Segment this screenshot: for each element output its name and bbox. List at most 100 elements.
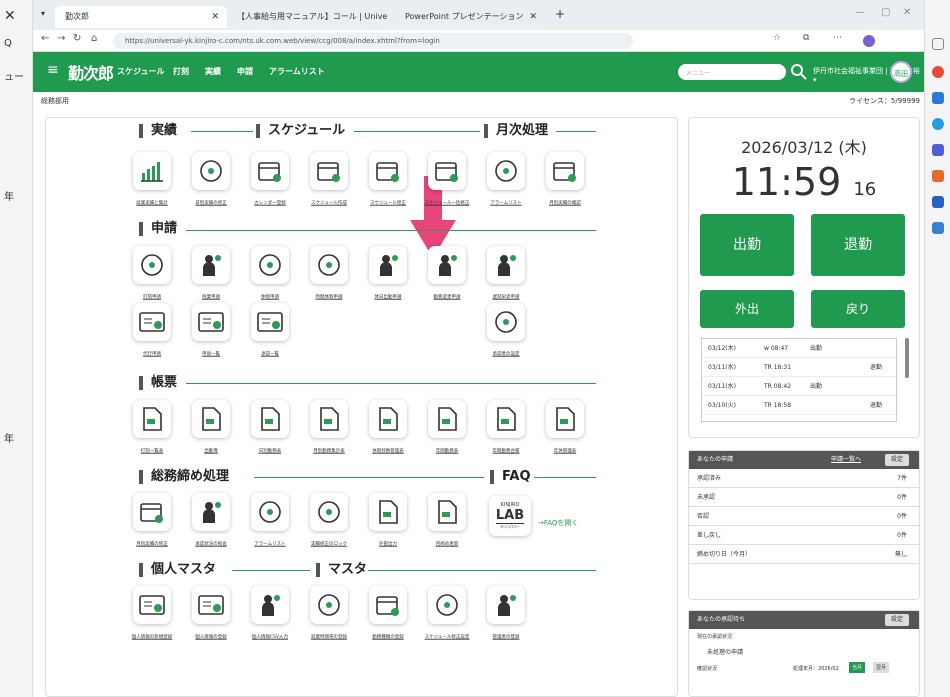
office-icon[interactable] xyxy=(932,170,944,182)
menu-item[interactable]: 就業時間帯の登録 xyxy=(304,586,354,640)
menu-item[interactable]: 日別勤務表 xyxy=(245,400,295,454)
close-icon[interactable]: ✕ xyxy=(529,6,537,28)
favorites-icon[interactable]: ☆ xyxy=(773,33,781,43)
nav-jisseki[interactable]: 実績 xyxy=(205,66,221,77)
new-tab-button[interactable]: + xyxy=(555,7,565,21)
menu-item[interactable]: 年休管理表 xyxy=(540,400,590,454)
chrome-icon[interactable] xyxy=(932,66,944,78)
menu-item[interactable]: 遅刻早退申請 xyxy=(481,246,531,300)
menu-item[interactable]: 勤務変更申請 xyxy=(422,246,472,300)
menu-item[interactable]: 休暇申請 xyxy=(245,246,295,300)
tab-powerpoint[interactable]: PowerPoint プレゼンテーション ✕ xyxy=(395,6,545,28)
nav-shinsei[interactable]: 申請 xyxy=(237,66,253,77)
menu-item[interactable]: 月別勤務集計表 xyxy=(304,400,354,454)
menu-item[interactable]: 休暇残数管理表 xyxy=(363,400,413,454)
forward-icon[interactable]: → xyxy=(57,33,65,44)
menu-item[interactable]: 月別実績の確認 xyxy=(540,152,590,206)
menu-item[interactable]: 申請一覧 xyxy=(186,303,236,357)
go-out-button[interactable]: 外出 xyxy=(700,290,794,328)
menu-item[interactable]: 時間休暇申請 xyxy=(304,246,354,300)
menu-item[interactable]: 日別実績の修正 xyxy=(186,152,236,206)
clock-out-button[interactable]: 退勤 xyxy=(811,214,905,276)
menu-item[interactable]: 勤務種類の登録 xyxy=(363,586,413,640)
scrollbar[interactable] xyxy=(905,338,909,378)
doc-icon xyxy=(487,400,525,438)
menu-item[interactable]: アラームリスト xyxy=(245,493,295,547)
menu-item[interactable]: 残業申請 xyxy=(186,246,236,300)
menu-search-input[interactable]: メニュー xyxy=(678,64,786,80)
menu-icon[interactable]: ≡ xyxy=(47,62,59,78)
menu-item[interactable]: 年間勤務台帳 xyxy=(481,400,531,454)
minimize-icon[interactable]: — xyxy=(855,7,865,18)
menu-item[interactable]: 承認一覧 xyxy=(245,303,295,357)
menu-item[interactable]: 個人情報CSV入力 xyxy=(245,586,295,640)
search-icon[interactable] xyxy=(791,64,807,80)
avatar[interactable]: 高田 xyxy=(890,61,912,83)
tab-manual[interactable]: 【人事給与用マニュアル】コール | Unive xyxy=(227,6,395,28)
return-button[interactable]: 戻り xyxy=(811,290,905,328)
search-icon[interactable] xyxy=(932,38,944,50)
menu-item[interactable]: アラームリスト xyxy=(481,152,531,206)
menu-item[interactable]: 打刻一覧表 xyxy=(127,400,177,454)
menu-item[interactable]: 管理者の登録 xyxy=(481,586,531,640)
edge-icon[interactable] xyxy=(932,118,944,130)
menu-item[interactable]: カレンダー登録 xyxy=(245,152,295,206)
nav-schedule[interactable]: スケジュール xyxy=(117,66,164,77)
menu-item[interactable]: 打刻申請 xyxy=(127,246,177,300)
tab-list-icon[interactable]: ▾ xyxy=(41,9,45,18)
more-icon[interactable]: ⋯ xyxy=(833,33,842,43)
nav-dakoku[interactable]: 打刻 xyxy=(173,66,189,77)
nav-alarm[interactable]: アラームリスト xyxy=(269,66,325,77)
menu-item[interactable]: 外部出力 xyxy=(363,493,413,547)
clock-in-button[interactable]: 出勤 xyxy=(700,214,794,276)
menu-item[interactable]: スケジュール作成 xyxy=(304,152,354,206)
application-row[interactable]: 締め切り日（今月） 無し xyxy=(689,545,919,564)
menu-item[interactable]: 就業実績と集計 xyxy=(127,152,177,206)
application-row[interactable]: 否認 0件 xyxy=(689,507,919,526)
divider xyxy=(186,230,596,231)
application-row[interactable]: 差し戻し 0件 xyxy=(689,526,919,545)
url-field[interactable]: https://universal-yk.kinjiro-c.com/nts.u… xyxy=(113,33,633,49)
menu-item[interactable]: 年間勤務表 xyxy=(422,400,472,454)
menu-item[interactable]: スケジュール修正 xyxy=(363,152,413,206)
application-row[interactable]: 未承認 0件 xyxy=(689,488,919,507)
collections-icon[interactable]: ⧉ xyxy=(803,33,809,43)
settings-button[interactable]: 設定 xyxy=(884,614,909,626)
close-window-icon[interactable]: ✕ xyxy=(903,7,911,18)
reload-icon[interactable]: ↻ xyxy=(73,33,81,44)
menu-item[interactable]: 承認状況の照会 xyxy=(186,493,236,547)
teams-icon[interactable] xyxy=(932,144,944,156)
close-icon[interactable]: ✕ xyxy=(211,6,219,28)
kinjiro-lab-logo[interactable]: KINJIRO LAB キンジロー xyxy=(486,496,534,536)
menu-item[interactable]: 実績修正のロック xyxy=(304,493,354,547)
menu-item[interactable]: 個人情報の新規登録 xyxy=(127,586,177,640)
app-icon[interactable] xyxy=(932,196,944,208)
menu-item[interactable]: 月別実績の修正 xyxy=(127,493,177,547)
app-icon[interactable] xyxy=(932,222,944,234)
menu-item[interactable]: 個人情報の登録 xyxy=(186,586,236,640)
menu-item[interactable]: 月締め更新 xyxy=(422,493,472,547)
faq-link[interactable]: →FAQを開く xyxy=(538,518,578,528)
menu-item[interactable]: 代行申請 xyxy=(127,303,177,357)
search-icon[interactable]: Q xyxy=(4,38,12,49)
current-month-button[interactable]: 当月 xyxy=(849,662,866,673)
menu-item[interactable]: スケジュール修正設定 xyxy=(422,586,472,640)
menu-item[interactable]: 出勤簿 xyxy=(186,400,236,454)
stamp-log-list[interactable]: 03/12(木) w 08:47 出勤 03/11(水) TR 18:31 退勤 03/11… xyxy=(701,338,897,422)
application-row[interactable]: 承認済み 7件 xyxy=(689,469,919,488)
tab-kinjiro[interactable]: 勤次郎 ✕ xyxy=(55,6,227,28)
unprocessed-label[interactable]: 未処理の申請 xyxy=(689,644,919,659)
menu-item[interactable]: 休日出勤申請 xyxy=(363,246,413,300)
outlook-icon[interactable] xyxy=(932,92,944,104)
close-icon[interactable]: ✕ xyxy=(4,8,16,24)
back-icon[interactable]: ← xyxy=(41,33,49,44)
home-icon[interactable]: ⌂ xyxy=(91,33,97,44)
menu-item[interactable]: スケジュール一括修正 xyxy=(422,152,472,206)
next-month-button[interactable]: 翌月 xyxy=(873,662,890,673)
maximize-icon[interactable]: ▢ xyxy=(881,7,890,18)
settings-button[interactable]: 設定 xyxy=(884,454,909,466)
logo[interactable]: 勤次郎 xyxy=(68,60,114,84)
copilot-icon[interactable] xyxy=(863,35,875,47)
app-list-link[interactable]: 申請一覧へ xyxy=(831,451,861,469)
menu-item[interactable]: 承認者の設定 xyxy=(481,303,531,357)
